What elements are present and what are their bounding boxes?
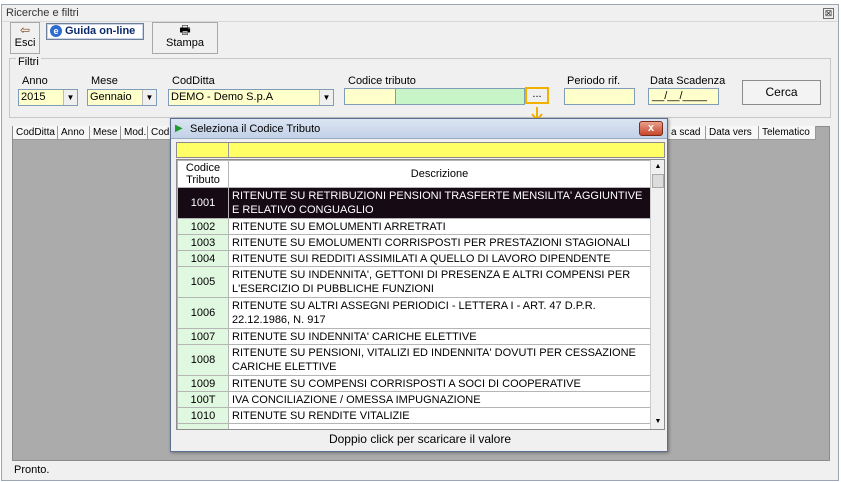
list-item[interactable]: 1001 RITENUTE SU RETRIBUZIONI PENSIONI TR… bbox=[177, 187, 651, 219]
esci-button[interactable]: ⇦ Esci bbox=[10, 22, 40, 54]
tributo-list[interactable]: Codice Tributo Descrizione 1001 RITENUTE … bbox=[176, 159, 665, 430]
filters-legend: Filtri bbox=[16, 56, 41, 68]
tributo-desc-field bbox=[395, 88, 525, 105]
anno-value: 2015 bbox=[21, 91, 46, 103]
status-bar: Pronto. bbox=[14, 464, 50, 476]
row-description[interactable]: RITENUTE SU RETRIBUZIONI PENSIONI TRASFE… bbox=[228, 187, 651, 219]
row-code[interactable]: 1004 bbox=[177, 250, 229, 267]
row-code[interactable]: 1002 bbox=[177, 218, 229, 235]
vertical-scrollbar[interactable]: ▲ ▼ bbox=[650, 160, 664, 429]
scroll-down-icon[interactable]: ▼ bbox=[652, 416, 664, 428]
ie-icon: e bbox=[50, 25, 62, 37]
scroll-thumb[interactable] bbox=[652, 174, 664, 188]
row-code[interactable]: 1001 bbox=[177, 187, 229, 219]
col-header-data-scad[interactable]: a scad bbox=[668, 126, 706, 140]
mese-label: Mese bbox=[91, 75, 118, 87]
row-code[interactable]: 1003 bbox=[177, 234, 229, 251]
row-code[interactable] bbox=[177, 423, 229, 429]
chevron-down-icon[interactable]: ▼ bbox=[319, 90, 333, 105]
anno-label: Anno bbox=[22, 75, 48, 87]
list-item[interactable]: 100T IVA CONCILIAZIONE / OMESSA IMPUGNAZI… bbox=[177, 391, 651, 408]
row-code[interactable]: 1008 bbox=[177, 344, 229, 376]
col-header-codice[interactable]: Codice Tributo bbox=[177, 160, 229, 188]
scadenza-input[interactable]: __/__/____ bbox=[648, 88, 719, 105]
row-description[interactable]: RITENUTE SU EMOLUMENTI CORRISPOSTI PER P… bbox=[228, 234, 651, 251]
tributo-code-input[interactable] bbox=[344, 88, 396, 105]
esci-label: Esci bbox=[14, 37, 36, 49]
list-item[interactable]: 1004 RITENUTE SUI REDDITI ASSIMILATI A QU… bbox=[177, 250, 651, 267]
row-description[interactable]: RITENUTE SU EMOLUMENTI ARRETRATI bbox=[228, 218, 651, 235]
col-header-anno[interactable]: Anno bbox=[58, 126, 90, 140]
list-item[interactable]: 1008 RITENUTE SU PENSIONI, VITALIZI ED IN… bbox=[177, 344, 651, 376]
list-item[interactable]: 1006 RITENUTE SU ALTRI ASSEGNI PERIODICI … bbox=[177, 297, 651, 329]
row-description[interactable]: RITENUTE SU BORSE DI STUDIO, ASSEGNI, PR… bbox=[228, 423, 651, 429]
row-code[interactable]: 1010 bbox=[177, 407, 229, 424]
ditta-label: CodDitta bbox=[172, 75, 215, 87]
scroll-up-icon[interactable]: ▲ bbox=[652, 161, 664, 173]
row-description[interactable]: RITENUTE SU COMPENSI CORRISPOSTI A SOCI … bbox=[228, 375, 651, 392]
guida-label: Guida on-line bbox=[65, 25, 136, 37]
list-item[interactable]: 1005 RITENUTE SU INDENNITA', GETTONI DI P… bbox=[177, 266, 651, 298]
col-header-descrizione[interactable]: Descrizione bbox=[228, 160, 651, 188]
chevron-down-icon[interactable]: ▼ bbox=[142, 90, 156, 105]
title-bar: Ricerche e filtri ⊠ bbox=[2, 5, 838, 22]
tributo-label: Codice tributo bbox=[348, 75, 416, 87]
row-description[interactable]: IVA CONCILIAZIONE / OMESSA IMPUGNAZIONE bbox=[228, 391, 651, 408]
list-item[interactable]: 1002 RITENUTE SU EMOLUMENTI ARRETRATI bbox=[177, 218, 651, 235]
col-header-codditta[interactable]: CodDitta bbox=[13, 126, 58, 140]
filter-row-input[interactable] bbox=[176, 142, 665, 158]
row-code[interactable]: 1005 bbox=[177, 266, 229, 298]
guida-online-button[interactable]: e Guida on-line bbox=[46, 23, 144, 40]
row-code[interactable]: 1006 bbox=[177, 297, 229, 329]
mese-select[interactable]: Gennaio ▼ bbox=[87, 89, 157, 106]
row-code[interactable]: 100T bbox=[177, 391, 229, 408]
col-header-mese[interactable]: Mese bbox=[90, 126, 121, 140]
dialog-hint: Doppio click per scaricare il valore bbox=[328, 432, 512, 446]
mese-value: Gennaio bbox=[90, 91, 132, 103]
stampa-label: Stampa bbox=[166, 37, 204, 49]
app-icon: ▶ bbox=[175, 123, 183, 134]
printer-icon: 🖶 bbox=[179, 23, 191, 37]
ditta-value: DEMO - Demo S.p.A bbox=[171, 91, 274, 103]
periodo-input[interactable] bbox=[564, 88, 635, 105]
row-description[interactable]: RITENUTE SU PENSIONI, VITALIZI ED INDENN… bbox=[228, 344, 651, 376]
row-description[interactable]: RITENUTE SU RENDITE VITALIZIE bbox=[228, 407, 651, 424]
row-description[interactable]: RITENUTE SUI REDDITI ASSIMILATI A QUELLO… bbox=[228, 250, 651, 267]
stampa-button[interactable]: 🖶 Stampa bbox=[152, 22, 218, 54]
dialog-close-icon[interactable]: x bbox=[639, 121, 663, 136]
dialog-title-bar: ▶ Seleziona il Codice Tributo x bbox=[171, 119, 667, 139]
list-item[interactable]: 1007 RITENUTE SU INDENNITA' CARICHE ELETT… bbox=[177, 328, 651, 345]
exit-icon: ⇦ bbox=[19, 23, 31, 37]
close-icon[interactable]: ⊠ bbox=[823, 8, 834, 19]
list-item[interactable]: 1003 RITENUTE SU EMOLUMENTI CORRISPOSTI P… bbox=[177, 234, 651, 251]
row-description[interactable]: RITENUTE SU INDENNITA' CARICHE ELETTIVE bbox=[228, 328, 651, 345]
dialog-title: Seleziona il Codice Tributo bbox=[190, 123, 321, 135]
col-header-data-vers[interactable]: Data vers bbox=[706, 126, 759, 140]
cerca-button[interactable]: Cerca bbox=[742, 80, 821, 105]
scadenza-label: Data Scadenza bbox=[650, 75, 726, 87]
seleziona-tributo-dialog: ▶ Seleziona il Codice Tributo x Codice T… bbox=[170, 118, 668, 452]
list-item[interactable]: RITENUTE SU BORSE DI STUDIO, ASSEGNI, PR… bbox=[177, 423, 651, 429]
col-header-cod[interactable]: Cod bbox=[148, 126, 172, 140]
row-description[interactable]: RITENUTE SU INDENNITA', GETTONI DI PRESE… bbox=[228, 266, 651, 298]
row-code[interactable]: 1007 bbox=[177, 328, 229, 345]
ditta-select[interactable]: DEMO - Demo S.p.A ▼ bbox=[168, 89, 334, 106]
anno-select[interactable]: 2015 ▼ bbox=[18, 89, 78, 106]
row-description[interactable]: RITENUTE SU ALTRI ASSEGNI PERIODICI - LE… bbox=[228, 297, 651, 329]
col-header-telematico[interactable]: Telematico bbox=[759, 126, 816, 140]
window-title: Ricerche e filtri bbox=[6, 7, 79, 19]
tributo-lookup-button[interactable]: ... bbox=[525, 87, 549, 104]
row-code[interactable]: 1009 bbox=[177, 375, 229, 392]
list-item[interactable]: 1009 RITENUTE SU COMPENSI CORRISPOSTI A S… bbox=[177, 375, 651, 392]
col-header-mod[interactable]: Mod. bbox=[121, 126, 148, 140]
periodo-label: Periodo rif. bbox=[567, 75, 621, 87]
chevron-down-icon[interactable]: ▼ bbox=[63, 90, 77, 105]
list-item[interactable]: 1010 RITENUTE SU RENDITE VITALIZIE bbox=[177, 407, 651, 424]
